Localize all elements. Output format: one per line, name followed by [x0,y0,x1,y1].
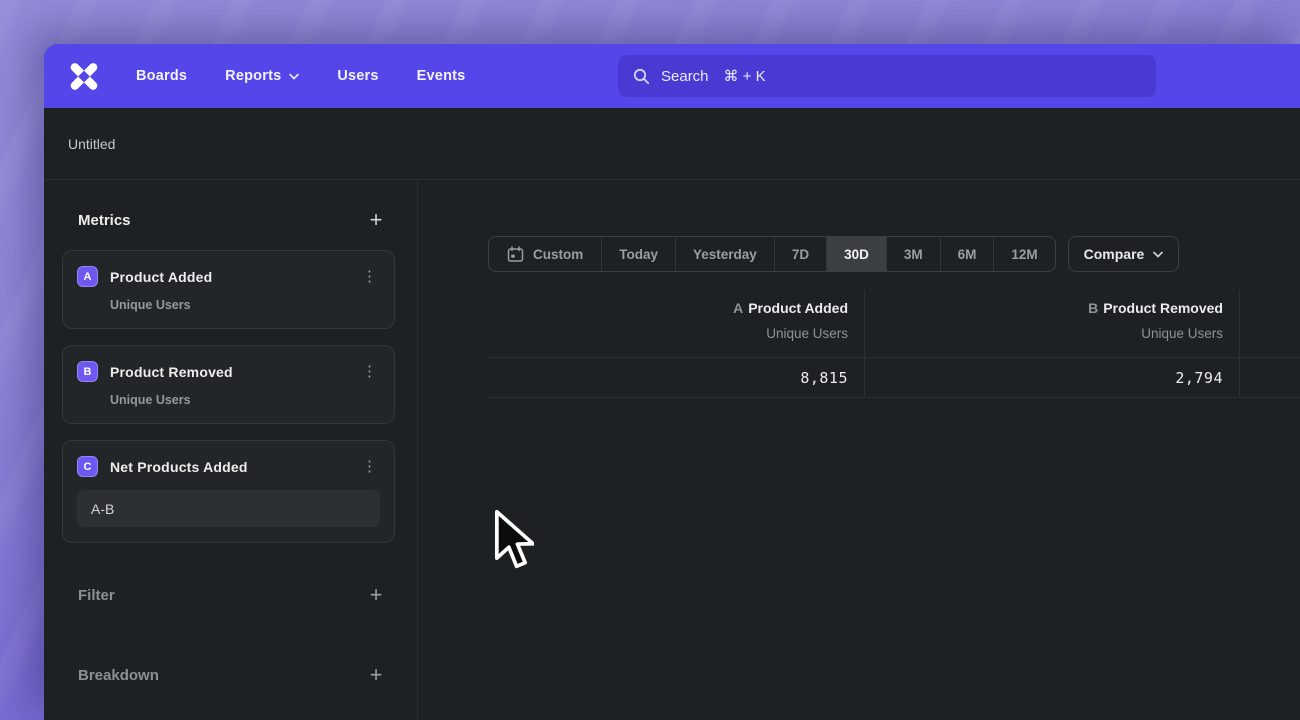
add-filter-button[interactable]: + [365,585,387,605]
chevron-down-icon [1153,251,1163,258]
date-range-toolbar: Custom Today Yesterday 7D 30D 3M 6M 12M … [488,236,1300,272]
metrics-header: Metrics + [62,208,395,232]
nav-item-reports[interactable]: Reports [225,68,299,84]
range-yesterday[interactable]: Yesterday [675,237,774,271]
metric-measure: Unique Users [766,325,848,343]
range-label: 6M [958,247,977,262]
metric-value: 8,815 [488,357,864,397]
metrics-label: Metrics [78,212,131,229]
range-30d[interactable]: 30D [826,237,886,271]
metric-name: Product Removed [1103,300,1223,316]
range-custom[interactable]: Custom [489,237,601,271]
mixpanel-logo-icon[interactable] [68,62,100,90]
nav-item-label: Users [337,68,378,84]
range-label: Today [619,247,658,262]
metric-letter-badge: A [77,266,98,287]
kebab-menu-icon[interactable]: ⋮ [359,269,380,284]
chevron-down-icon [289,73,299,80]
calendar-icon [507,246,524,263]
results-column-c [1240,290,1300,397]
column-header [1240,290,1300,357]
range-7d[interactable]: 7D [774,237,826,271]
metric-value [1240,357,1300,397]
metric-measure: Unique Users [1141,325,1223,343]
metric-measure[interactable]: Unique Users [110,393,380,407]
range-12m[interactable]: 12M [993,237,1054,271]
nav-item-users[interactable]: Users [337,68,378,84]
search-placeholder: Search [661,68,709,85]
metric-letter: A [733,300,743,316]
column-header: B Product Removed Unique Users [865,290,1239,357]
range-label: 30D [844,247,869,262]
range-label: 7D [792,247,809,262]
date-range-segmented-control: Custom Today Yesterday 7D 30D 3M 6M 12M [488,236,1056,272]
query-sidebar: Metrics + A Product Added ⋮ Unique Users… [44,180,418,720]
range-6m[interactable]: 6M [940,237,994,271]
report-title-bar: Untitled [44,108,1300,180]
metric-letter: B [1088,300,1098,316]
filter-section: Filter + [62,579,395,611]
nav-item-boards[interactable]: Boards [136,68,187,84]
metric-card-b[interactable]: B Product Removed ⋮ Unique Users [62,345,395,424]
range-label: 3M [904,247,923,262]
results-table: A Product Added Unique Users 8,815 B Produ… [488,290,1300,398]
metric-card-c[interactable]: C Net Products Added ⋮ A-B [62,440,395,543]
nav-item-label: Boards [136,68,187,84]
nav-items: Boards Reports Users Events [136,68,465,84]
kebab-menu-icon[interactable]: ⋮ [359,459,380,474]
range-today[interactable]: Today [601,237,675,271]
search-icon [633,68,650,85]
add-metric-button[interactable]: + [365,210,387,230]
nav-item-label: Reports [225,68,281,84]
metric-card-a[interactable]: A Product Added ⋮ Unique Users [62,250,395,329]
formula-input[interactable]: A-B [77,490,380,527]
metric-letter-badge: C [77,456,98,477]
search-input[interactable]: Search ⌘ + K [618,55,1156,97]
report-title[interactable]: Untitled [68,136,115,152]
breakdown-label: Breakdown [78,667,159,684]
top-nav: Boards Reports Users Events [44,44,1300,108]
range-label: 12M [1011,247,1037,262]
results-column-a: A Product Added Unique Users 8,815 [488,290,865,397]
metric-name[interactable]: Product Removed [110,364,347,380]
range-label: Custom [533,247,583,262]
kebab-menu-icon[interactable]: ⋮ [359,364,380,379]
compare-button[interactable]: Compare [1068,236,1180,272]
column-header: A Product Added Unique Users [488,290,864,357]
nav-item-events[interactable]: Events [417,68,466,84]
metric-name[interactable]: Net Products Added [110,459,347,475]
app-window: Boards Reports Users Events [44,44,1300,720]
metric-name[interactable]: Product Added [110,269,347,285]
report-main-panel: Custom Today Yesterday 7D 30D 3M 6M 12M … [418,180,1300,720]
metric-name: Product Added [748,300,848,316]
metric-letter-badge: B [77,361,98,382]
nav-item-label: Events [417,68,466,84]
add-breakdown-button[interactable]: + [365,665,387,685]
metric-value: 2,794 [865,357,1239,397]
range-3m[interactable]: 3M [886,237,940,271]
range-label: Yesterday [693,247,757,262]
filter-label: Filter [78,587,115,604]
breakdown-section: Breakdown + [62,659,395,691]
search-shortcut-hint: ⌘ + K [724,67,766,85]
compare-label: Compare [1084,246,1145,262]
metric-measure[interactable]: Unique Users [110,298,380,312]
results-column-b: B Product Removed Unique Users 2,794 [865,290,1240,397]
